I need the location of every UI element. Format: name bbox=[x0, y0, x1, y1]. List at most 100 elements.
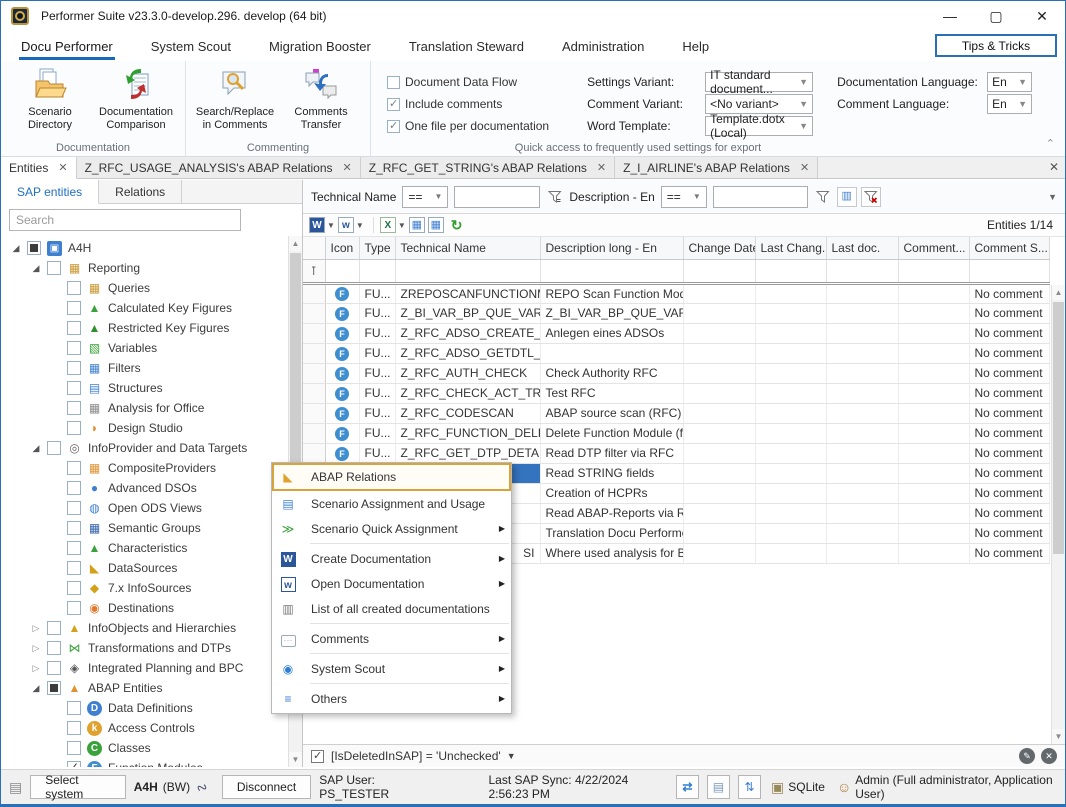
column-header-last-doc-[interactable]: Last doc. bbox=[826, 237, 898, 259]
filter-cell[interactable] bbox=[325, 259, 359, 283]
select-system-button[interactable]: Select system bbox=[30, 775, 126, 799]
column-header-comment-[interactable]: Comment... bbox=[898, 237, 969, 259]
filter-cell[interactable] bbox=[395, 259, 540, 283]
menu-tab-translation-steward[interactable]: Translation Steward bbox=[407, 31, 526, 61]
disconnect-button[interactable]: Disconnect bbox=[222, 775, 311, 799]
filter-operator-select[interactable]: ==▼ bbox=[402, 186, 448, 208]
tree-checkbox[interactable] bbox=[47, 441, 61, 455]
tree-item[interactable]: ▧Variables bbox=[1, 338, 288, 358]
document-tab[interactable]: Entities✕ bbox=[1, 157, 77, 179]
tree-item[interactable]: ◢◎InfoProvider and Data Targets bbox=[1, 438, 288, 458]
technical-name-cell[interactable]: Z_RFC_GET_DTP_DETAIL bbox=[395, 443, 540, 463]
select-value-dropdown[interactable]: En▼ bbox=[987, 72, 1032, 92]
export-excel-button[interactable]: X▼ bbox=[380, 217, 406, 233]
context-menu-item-list-of-all-created-documentations[interactable]: ▥List of all created documentations bbox=[272, 596, 511, 621]
ribbon-checkbox-document-data-flow[interactable]: Document Data Flow bbox=[387, 71, 549, 93]
tree-item[interactable]: ▷▲InfoObjects and Hierarchies bbox=[1, 618, 288, 638]
filter-layout-icon[interactable]: ▥ bbox=[837, 187, 857, 207]
tree-checkbox[interactable] bbox=[67, 501, 81, 515]
panel-tab-sap-entities[interactable]: SAP entities bbox=[1, 180, 99, 204]
close-filter-icon[interactable]: ✕ bbox=[1041, 748, 1057, 764]
tree-item[interactable]: ◢▦Reporting bbox=[1, 258, 288, 278]
tree-checkbox[interactable] bbox=[67, 521, 81, 535]
tree-item[interactable]: ▷◈Integrated Planning and BPC bbox=[1, 658, 288, 678]
context-menu-item-open-documentation[interactable]: wOpen Documentation▶ bbox=[272, 571, 511, 596]
technical-name-cell[interactable]: Z_RFC_ADSO_CREATE_X bbox=[395, 323, 540, 343]
menu-tab-administration[interactable]: Administration bbox=[560, 31, 646, 61]
context-menu-item-scenario-quick-assignment[interactable]: ≫Scenario Quick Assignment▶ bbox=[272, 516, 511, 541]
tree-item[interactable]: ◗Design Studio bbox=[1, 418, 288, 438]
tree-item[interactable]: ▦Analysis for Office bbox=[1, 398, 288, 418]
filterbar-expand-icon[interactable]: ▼ bbox=[1048, 192, 1057, 202]
close-icon[interactable]: ✕ bbox=[800, 161, 809, 174]
tree-checkbox[interactable] bbox=[47, 621, 61, 635]
expand-closed-icon[interactable]: ▷ bbox=[27, 643, 45, 654]
tree-checkbox[interactable] bbox=[67, 761, 81, 767]
document-check-button[interactable]: ▤ bbox=[707, 775, 730, 799]
filter-value-input[interactable] bbox=[454, 186, 540, 208]
ribbon-button-scenario-directory[interactable]: Scenario Directory bbox=[7, 65, 93, 141]
tree-checkbox[interactable] bbox=[27, 241, 41, 255]
filter-value-input[interactable] bbox=[713, 186, 808, 208]
tree-checkbox[interactable] bbox=[47, 641, 61, 655]
column-header-type[interactable]: Type bbox=[359, 237, 395, 259]
document-tab[interactable]: Z_RFC_USAGE_ANALYSIS's ABAP Relations✕ bbox=[77, 157, 361, 178]
technical-name-cell[interactable]: Z_RFC_CODESCAN bbox=[395, 403, 540, 423]
filter-cell[interactable] bbox=[755, 259, 826, 283]
technical-name-cell[interactable]: Z_RFC_ADSO_GETDTL_X bbox=[395, 343, 540, 363]
column-header-icon[interactable]: Icon bbox=[325, 237, 359, 259]
ribbon-checkbox-one-file-per-documentation[interactable]: One file per documentation bbox=[387, 115, 549, 137]
select-value-dropdown[interactable]: Template.dotx (Local)▼ bbox=[705, 116, 813, 136]
table-row[interactable]: FFU...Z_RFC_GET_DTP_DETAILRead DTP filte… bbox=[303, 443, 1049, 463]
footer-filter-checkbox[interactable] bbox=[311, 750, 324, 763]
column-header-comment-s-[interactable]: Comment S... bbox=[969, 237, 1049, 259]
tree-checkbox[interactable] bbox=[67, 421, 81, 435]
tree-checkbox[interactable] bbox=[67, 581, 81, 595]
align-filter-button[interactable]: ⇅ bbox=[738, 775, 761, 799]
expand-open-icon[interactable]: ◢ bbox=[7, 243, 25, 254]
context-menu-item-abap-relations[interactable]: ◣ABAP Relations bbox=[272, 463, 511, 491]
select-value-dropdown[interactable]: <No variant>▼ bbox=[705, 94, 813, 114]
filter-cell[interactable] bbox=[969, 259, 1049, 283]
tree-item[interactable]: ▦CompositeProviders bbox=[1, 458, 288, 478]
technical-name-cell[interactable]: Z_RFC_AUTH_CHECK bbox=[395, 363, 540, 383]
tree-item[interactable]: ◍Open ODS Views bbox=[1, 498, 288, 518]
tree-item[interactable]: kAccess Controls bbox=[1, 718, 288, 738]
technical-name-cell[interactable]: ZREPOSCANFUNCTIONM bbox=[395, 283, 540, 303]
filter-funnel-icon[interactable] bbox=[813, 187, 833, 207]
footer-filter-expression[interactable]: [IsDeletedInSAP] = 'Unchecked' bbox=[331, 749, 501, 763]
tabbar-close-icon[interactable]: ✕ bbox=[1049, 160, 1059, 174]
tree-checkbox[interactable] bbox=[67, 281, 81, 295]
table-row[interactable]: FFU...Z_RFC_ADSO_CREATE_XAnlegen eines A… bbox=[303, 323, 1049, 343]
tree-item[interactable]: ●Advanced DSOs bbox=[1, 478, 288, 498]
edit-filter-icon[interactable]: ✎ bbox=[1019, 748, 1035, 764]
checkbox-icon[interactable] bbox=[387, 98, 400, 111]
tree-checkbox[interactable] bbox=[67, 561, 81, 575]
document-tab[interactable]: Z_RFC_GET_STRING's ABAP Relations✕ bbox=[361, 157, 615, 178]
maximize-button[interactable]: ▢ bbox=[973, 1, 1019, 31]
tree-item[interactable]: ▦Semantic Groups bbox=[1, 518, 288, 538]
tree-checkbox[interactable] bbox=[47, 681, 61, 695]
tree-item[interactable]: ▲Restricted Key Figures bbox=[1, 318, 288, 338]
search-input[interactable] bbox=[9, 209, 241, 231]
filter-cell[interactable] bbox=[683, 259, 755, 283]
tree-item[interactable]: ◢▣A4H bbox=[1, 238, 288, 258]
tree-checkbox[interactable] bbox=[67, 341, 81, 355]
tree-item[interactable]: ▤Structures bbox=[1, 378, 288, 398]
ribbon-button-search-replace-in-comments[interactable]: Search/Replace in Comments bbox=[192, 65, 278, 141]
scroll-down-icon[interactable]: ▼ bbox=[1052, 729, 1065, 744]
menu-tab-docu-performer[interactable]: Docu Performer bbox=[19, 31, 115, 61]
filter-cell[interactable] bbox=[826, 259, 898, 283]
minimize-button[interactable]: — bbox=[927, 1, 973, 31]
tree-item[interactable]: FFunction Modules bbox=[1, 758, 288, 767]
table-row[interactable]: FFU...Z_RFC_AUTH_CHECKCheck Authority RF… bbox=[303, 363, 1049, 383]
ribbon-checkbox-include-comments[interactable]: Include comments bbox=[387, 93, 549, 115]
expand-closed-icon[interactable]: ▷ bbox=[27, 663, 45, 674]
tree-item[interactable]: ▲Characteristics bbox=[1, 538, 288, 558]
menu-tab-help[interactable]: Help bbox=[680, 31, 711, 61]
technical-name-cell[interactable]: Z_RFC_CHECK_ACT_TR bbox=[395, 383, 540, 403]
table-row[interactable]: FFU...ZREPOSCANFUNCTIONMREPO Scan Functi… bbox=[303, 283, 1049, 303]
tree-item[interactable]: ▷⋈Transformations and DTPs bbox=[1, 638, 288, 658]
select-value-dropdown[interactable]: IT standard document...▼ bbox=[705, 72, 813, 92]
refresh-icon[interactable]: ↻ bbox=[451, 217, 463, 234]
